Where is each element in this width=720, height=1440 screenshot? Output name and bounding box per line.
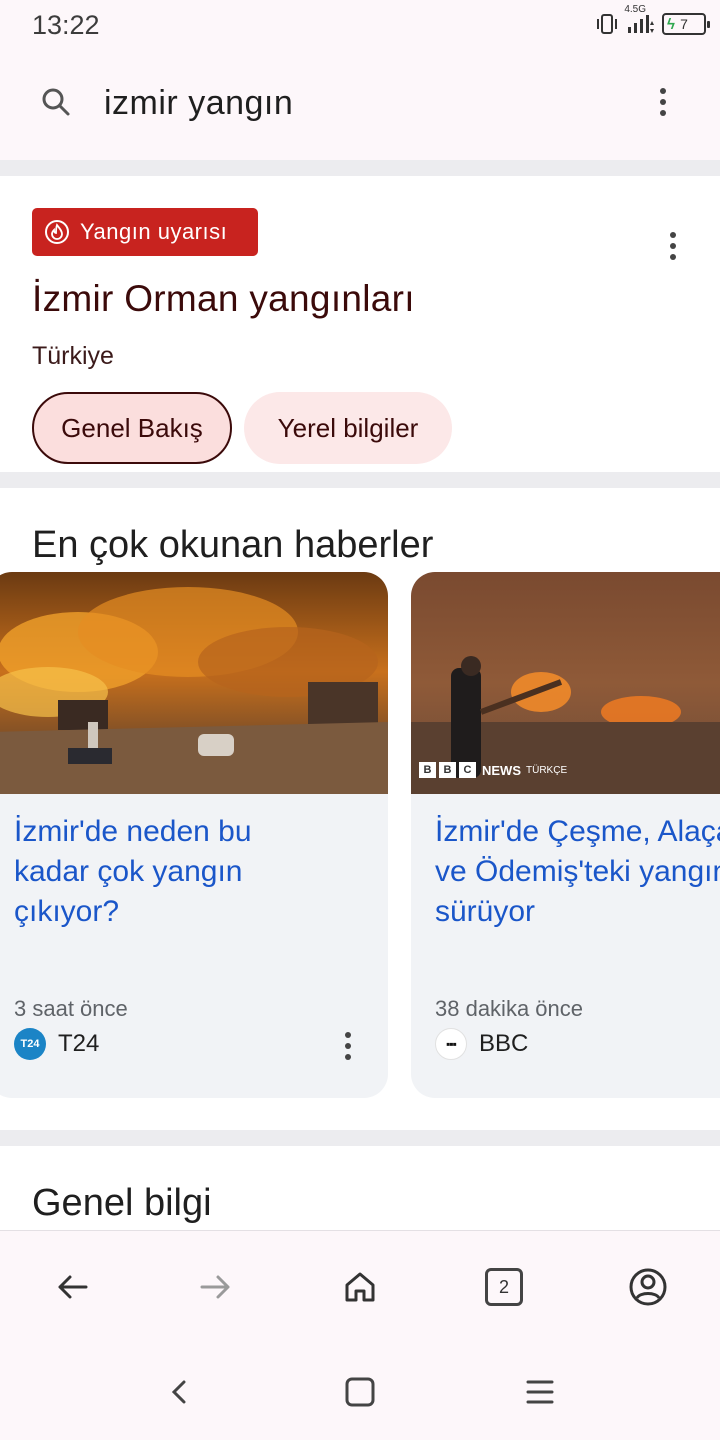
forward-icon[interactable] bbox=[196, 1267, 236, 1307]
source-name: BBC bbox=[479, 1030, 529, 1057]
news-image[interactable] bbox=[411, 572, 720, 794]
page: 13:22 4.5G ϟ 7 izmir yangın Yangın uyarı… bbox=[0, 0, 720, 1440]
news-source: T24 T24 bbox=[14, 1028, 99, 1060]
browser-toolbar: 2 bbox=[0, 1230, 720, 1342]
charging-icon: ϟ bbox=[667, 16, 675, 33]
news-source: ▪▪▪ BBC bbox=[435, 1028, 528, 1060]
nav-back-icon[interactable] bbox=[160, 1372, 200, 1412]
bbc-box: B bbox=[419, 762, 436, 778]
divider bbox=[0, 160, 720, 176]
account-icon[interactable] bbox=[628, 1267, 668, 1307]
t24-logo-icon: T24 bbox=[14, 1028, 46, 1060]
alert-badge-label: Yangın uyarısı bbox=[80, 219, 228, 244]
bbc-box: C bbox=[459, 762, 476, 778]
status-icons: ϟ 7 bbox=[594, 6, 710, 42]
status-bar: 13:22 4.5G ϟ 7 bbox=[0, 0, 720, 52]
general-info-section: Genel bilgi bbox=[0, 1146, 720, 1232]
bbc-language-label: TÜRKÇE bbox=[526, 764, 568, 776]
search-more-icon[interactable] bbox=[660, 88, 666, 116]
general-info-heading: Genel bilgi bbox=[32, 1182, 212, 1224]
bbc-box: B bbox=[439, 762, 456, 778]
news-title[interactable]: İzmir'de Çeşme, Alaçatı ve Ödemiş'teki y… bbox=[435, 812, 720, 932]
tab-overview[interactable]: Genel Bakış bbox=[32, 392, 232, 464]
search-icon[interactable] bbox=[40, 86, 72, 118]
alert-more-icon[interactable] bbox=[670, 232, 676, 260]
battery-icon: ϟ 7 bbox=[662, 13, 710, 35]
news-time: 3 saat önce bbox=[14, 996, 128, 1021]
news-time: 38 dakika önce bbox=[435, 996, 583, 1021]
bbc-news-badge: B B C NEWS TÜRKÇE bbox=[419, 762, 567, 778]
news-card[interactable]: B B C NEWS TÜRKÇE İzmir'de Çeşme, Alaçat… bbox=[411, 572, 720, 1098]
bbc-logo-icon: ▪▪▪ bbox=[435, 1028, 467, 1060]
fire-alert-card: Yangın uyarısı İzmir Orman yangınları Tü… bbox=[0, 176, 720, 472]
news-more-icon[interactable] bbox=[345, 1032, 351, 1060]
nav-home-icon[interactable] bbox=[340, 1372, 380, 1412]
search-bar[interactable]: izmir yangın bbox=[0, 52, 720, 160]
system-nav-bar bbox=[0, 1342, 720, 1440]
bbc-news-label: NEWS bbox=[482, 762, 521, 778]
alert-title: İzmir Orman yangınları bbox=[32, 278, 415, 319]
home-icon[interactable] bbox=[340, 1267, 380, 1307]
tab-count[interactable]: 2 bbox=[485, 1268, 523, 1306]
back-icon[interactable] bbox=[52, 1267, 92, 1307]
tab-local-info[interactable]: Yerel bilgiler bbox=[244, 392, 452, 464]
news-card[interactable]: İzmir'de neden bu kadar çok yangın çıkıy… bbox=[0, 572, 388, 1098]
divider bbox=[0, 1130, 720, 1146]
signal-icon bbox=[628, 15, 654, 33]
nav-menu-icon[interactable] bbox=[520, 1372, 560, 1412]
divider bbox=[0, 472, 720, 488]
news-title[interactable]: İzmir'de neden bu kadar çok yangın çıkıy… bbox=[14, 812, 374, 932]
fire-icon bbox=[45, 220, 69, 244]
status-time: 13:22 bbox=[32, 10, 100, 40]
search-query[interactable]: izmir yangın bbox=[104, 84, 293, 123]
battery-level: 7 bbox=[680, 16, 688, 32]
top-stories-section: En çok okunan haberler İzmir'de neden bu… bbox=[0, 488, 720, 1130]
vibrate-icon bbox=[597, 14, 617, 34]
tabs-icon[interactable]: 2 bbox=[484, 1267, 524, 1307]
fire-alert-badge: Yangın uyarısı bbox=[32, 208, 258, 256]
top-stories-heading: En çok okunan haberler bbox=[32, 524, 434, 566]
source-name: T24 bbox=[58, 1030, 100, 1057]
alert-location: Türkiye bbox=[32, 342, 114, 370]
news-image[interactable] bbox=[0, 572, 388, 794]
